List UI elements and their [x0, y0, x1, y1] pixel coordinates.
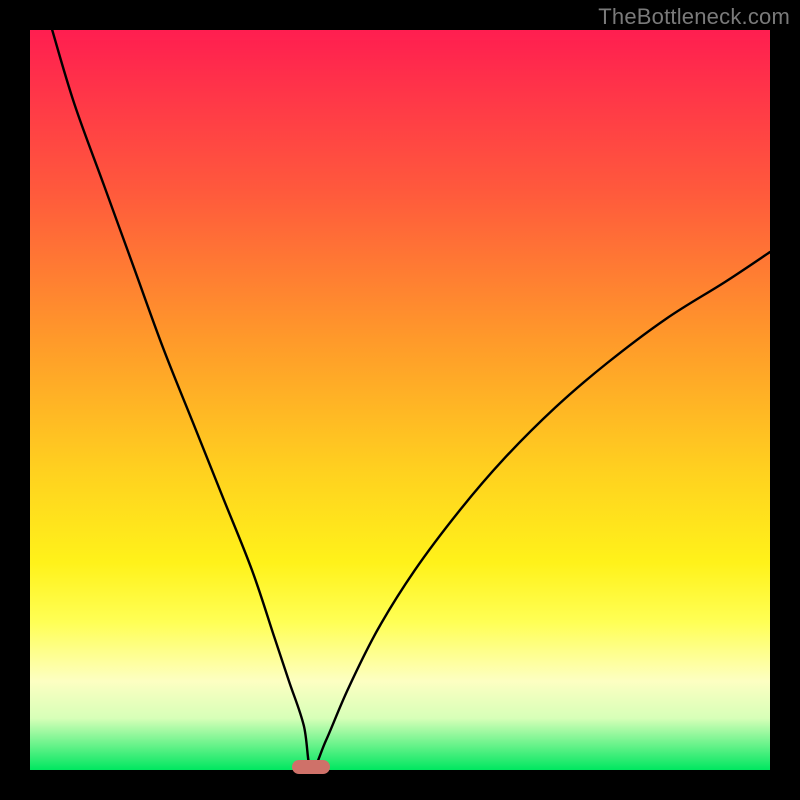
plot-area — [30, 30, 770, 770]
watermark-text: TheBottleneck.com — [598, 4, 790, 30]
chart-frame: TheBottleneck.com — [0, 0, 800, 800]
bottleneck-curve — [30, 30, 770, 770]
minimum-marker — [292, 760, 330, 774]
